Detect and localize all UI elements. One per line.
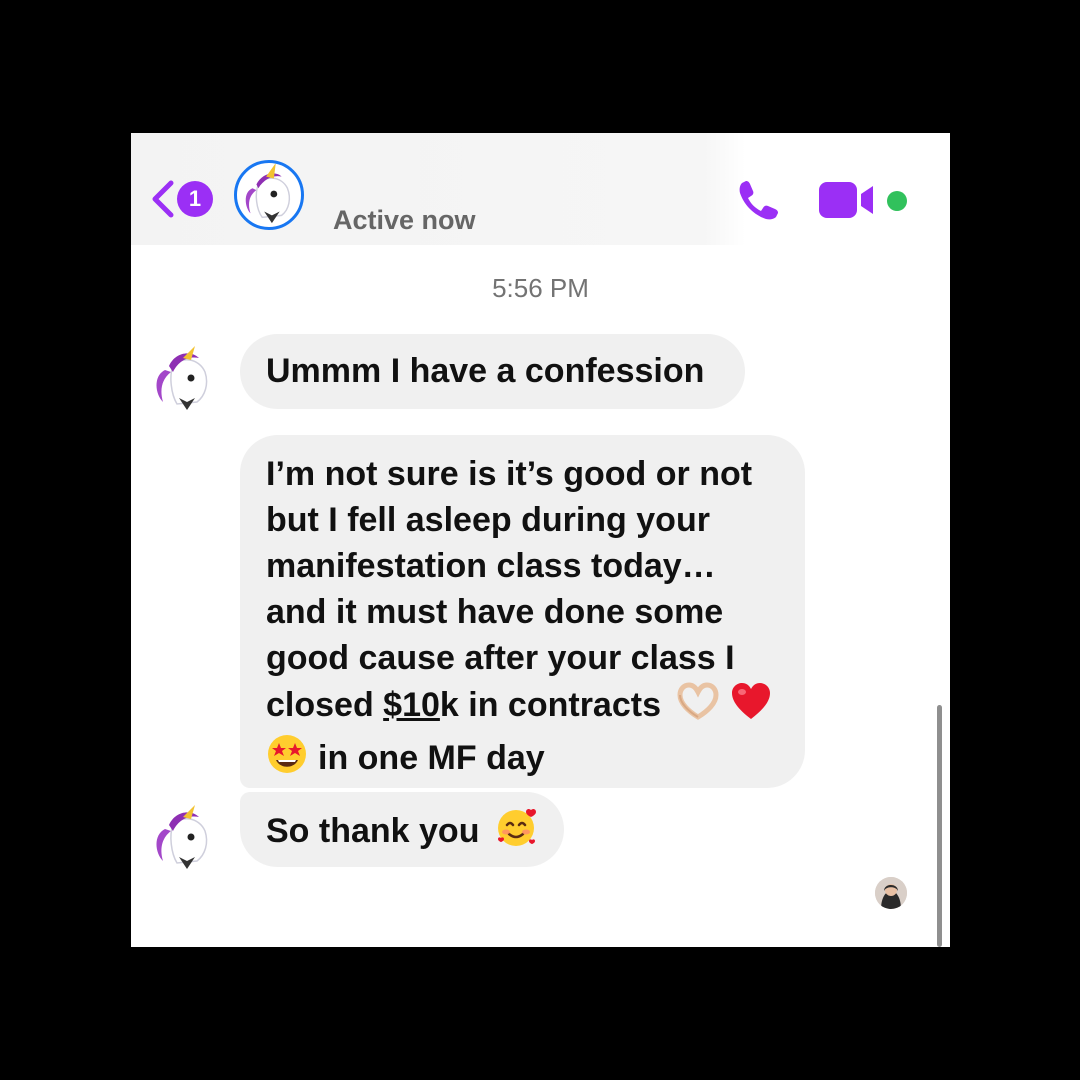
scrollbar[interactable]: [937, 705, 942, 947]
message-text: k in contracts: [439, 685, 661, 724]
contact-avatar[interactable]: [234, 160, 304, 230]
active-status: Active now: [333, 205, 476, 235]
video-camera-icon: [819, 182, 873, 218]
message-text: So thank you: [266, 811, 480, 850]
sender-avatar[interactable]: [151, 805, 217, 871]
message-text: Ummm I have a confession: [266, 352, 705, 390]
underlined-amount: $10: [383, 685, 440, 724]
unicorn-icon: [245, 163, 291, 224]
smiling-face-with-hearts-emoji: [495, 806, 539, 860]
message-line: in one MF day: [266, 733, 779, 787]
message-bubble[interactable]: I’m not sure is it’s good or not but I f…: [240, 435, 805, 788]
unread-count-badge: 1: [177, 181, 213, 217]
phone-icon: [739, 181, 778, 220]
chevron-left-icon: [152, 180, 174, 218]
audio-call-button[interactable]: [734, 177, 782, 225]
message-line: but I fell asleep during your: [266, 501, 710, 539]
message-line: manifestation class today…: [266, 547, 716, 585]
unicorn-icon: [156, 805, 208, 869]
star-struck-emoji: [266, 733, 308, 787]
message-timestamp: 5:56 PM: [492, 273, 589, 303]
read-receipt-avatar: [875, 877, 907, 909]
message-bubble[interactable]: So thank you: [240, 792, 564, 867]
chat-header: 1 Active now: [131, 133, 950, 245]
message-line: So thank you: [266, 806, 538, 860]
user-photo-icon: [875, 877, 907, 909]
message-line: good cause after your class I: [266, 639, 735, 677]
unicorn-icon: [156, 346, 208, 410]
video-call-button[interactable]: [819, 180, 877, 220]
red-heart-emoji: [730, 681, 772, 733]
message-line: I’m not sure is it’s good or not: [266, 455, 753, 493]
sender-avatar[interactable]: [151, 346, 217, 412]
message-line: and it must have done some: [266, 593, 724, 631]
message-bubble[interactable]: Ummm I have a confession: [240, 334, 745, 409]
message-text: in one MF day: [318, 738, 545, 777]
online-indicator: [887, 191, 907, 211]
chat-screen: 1 Active now 5:56 PM Ummm I have a confe…: [131, 133, 950, 947]
message-text: closed: [266, 685, 384, 724]
message-line: closed $10k in contracts: [266, 681, 779, 733]
heart-hands-emoji: [676, 681, 720, 733]
